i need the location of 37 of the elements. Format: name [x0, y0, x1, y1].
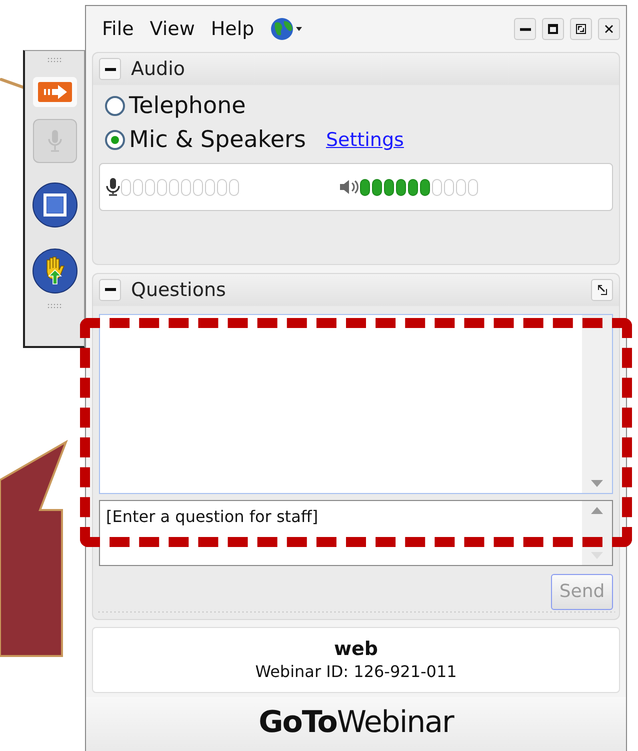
logo: GoToWebinar	[258, 705, 454, 742]
raised-hand-button[interactable]	[30, 247, 78, 295]
toolbar-button[interactable]	[32, 77, 76, 107]
menu-item[interactable]: View	[150, 18, 195, 40]
raised-hand-icon	[32, 248, 78, 294]
scrollbar[interactable]	[582, 314, 612, 493]
screen-icon	[32, 182, 78, 228]
settings-link[interactable]: Settings	[326, 129, 404, 152]
radio-button[interactable]	[105, 130, 125, 150]
collapse-button[interactable]	[99, 278, 121, 301]
restore-button[interactable]	[570, 18, 592, 40]
maximize-button[interactable]	[542, 18, 564, 40]
minimize-icon	[520, 28, 530, 31]
webinar-id: Webinar ID: 126-921-011	[255, 662, 457, 682]
menu-item[interactable]: File	[102, 18, 134, 40]
screen-button[interactable]	[30, 181, 78, 229]
maximize-icon	[547, 23, 559, 36]
language-button[interactable]	[270, 17, 304, 42]
minimize-button[interactable]	[514, 18, 536, 40]
panel-title: Audio	[131, 58, 186, 80]
restore-icon	[575, 23, 587, 36]
collapse-button[interactable]	[99, 58, 121, 80]
close-button[interactable]	[598, 18, 620, 40]
option-label: Telephone	[129, 93, 246, 120]
speaker-icon	[339, 179, 359, 196]
microphone-icon	[106, 178, 120, 196]
grip-icon[interactable]	[46, 303, 62, 309]
option-label: Mic & Speakers	[129, 127, 306, 154]
grip-icon[interactable]	[46, 57, 62, 63]
close-icon	[603, 23, 615, 36]
panel-title: Questions	[131, 278, 226, 301]
session-name: web	[334, 638, 378, 660]
microphone-icon	[48, 130, 62, 152]
popout-button[interactable]	[591, 278, 613, 301]
radio-button[interactable]	[105, 96, 125, 116]
menu-item[interactable]: Help	[210, 18, 254, 40]
popout-icon	[596, 284, 608, 296]
